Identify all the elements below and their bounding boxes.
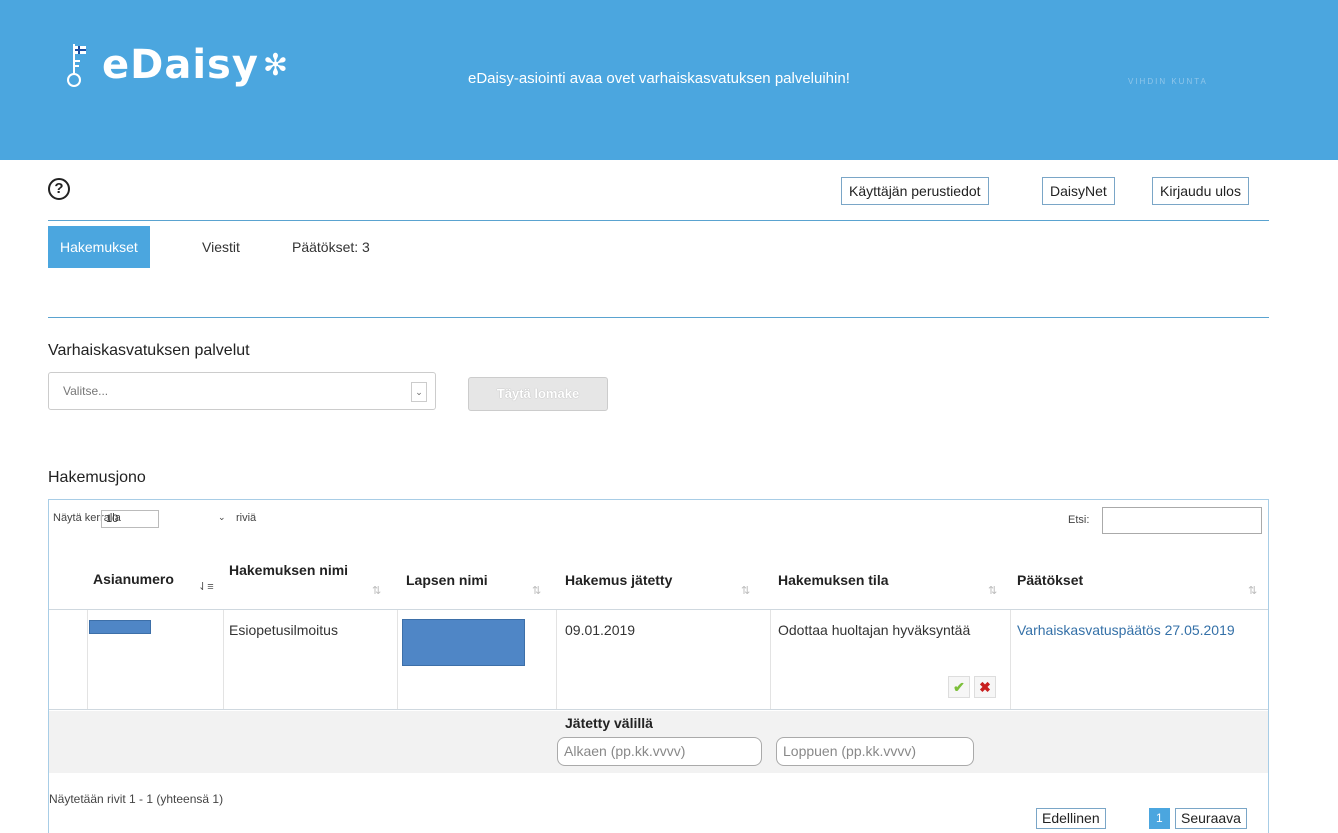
divider — [48, 220, 1269, 221]
submitted-date-cell: 09.01.2019 — [565, 622, 636, 638]
help-icon[interactable]: ? — [48, 178, 70, 200]
service-select-placeholder: Valitse... — [63, 384, 109, 398]
row-separator — [49, 709, 1268, 710]
key-icon — [64, 42, 88, 88]
daisynet-button[interactable]: DaisyNet — [1042, 177, 1115, 205]
sort-icon[interactable]: ⇃≡ — [198, 580, 214, 593]
column-divider — [223, 610, 224, 709]
header-separator — [49, 609, 1268, 610]
column-divider — [770, 610, 771, 709]
tab-hakemukset[interactable]: Hakemukset — [48, 226, 150, 268]
table-info: Näytetään rivit 1 - 1 (yhteensä 1) — [49, 792, 224, 806]
application-name-cell: Esiopetusilmoitus — [229, 622, 338, 638]
rows-label: riviä — [236, 512, 257, 524]
column-header-status[interactable]: Hakemuksen tila — [778, 572, 889, 588]
redacted-case-number — [89, 620, 151, 634]
user-info-button[interactable]: Käyttäjän perustiedot — [841, 177, 989, 205]
queue-table — [48, 499, 1269, 833]
partner-logo: VIHDIN KUNTA — [1128, 77, 1208, 86]
search-label: Etsi: — [1068, 514, 1090, 526]
search-input[interactable] — [1102, 507, 1262, 534]
previous-page-button[interactable]: Edellinen — [1036, 808, 1106, 829]
tab-paatokset[interactable]: Päätökset: 3 — [292, 226, 370, 268]
column-header-child-name[interactable]: Lapsen nimi — [406, 572, 488, 588]
rows-per-page-value: 10 — [106, 513, 119, 525]
sort-icon[interactable]: ⇅ — [741, 584, 750, 597]
column-header-decisions[interactable]: Päätökset — [1017, 572, 1083, 588]
column-header-application-name[interactable]: Hakemuksen nimi — [229, 560, 359, 581]
sort-icon[interactable]: ⇅ — [532, 584, 541, 597]
column-header-submitted[interactable]: Hakemus jätetty — [565, 572, 672, 588]
fill-form-button[interactable]: Täytä lomake — [468, 377, 608, 411]
divider — [48, 317, 1269, 318]
approve-check-icon[interactable]: ✔ — [948, 676, 970, 698]
sort-icon[interactable]: ⇅ — [1248, 584, 1257, 597]
column-header-case-number[interactable]: Asianumero — [93, 571, 174, 587]
edaisy-logo[interactable]: eDaisy ✻ — [64, 42, 288, 88]
logout-button[interactable]: Kirjaudu ulos — [1152, 177, 1249, 205]
service-select[interactable]: Valitse... ⌄ — [48, 372, 436, 410]
column-divider — [1010, 610, 1011, 709]
redacted-child-name — [402, 619, 525, 666]
logo-text: eDaisy — [102, 42, 259, 88]
column-divider — [397, 610, 398, 709]
dropdown-arrow-icon: ⌄ — [411, 382, 427, 402]
sort-icon[interactable]: ⇅ — [988, 584, 997, 597]
column-divider — [87, 610, 88, 709]
reject-cross-icon[interactable]: ✖ — [974, 676, 996, 698]
date-to-input[interactable]: Loppuen (pp.kk.vvvv) — [776, 737, 974, 766]
header-banner: eDaisy ✻ eDaisy-asiointi avaa ovet varha… — [0, 0, 1338, 160]
column-divider — [556, 610, 557, 709]
current-page-button[interactable]: 1 — [1149, 808, 1170, 829]
rows-per-page-select[interactable]: 10 — [101, 510, 159, 528]
submitted-range-label: Jätetty välillä — [565, 715, 653, 731]
services-title: Varhaiskasvatuksen palvelut — [48, 342, 250, 359]
date-from-input[interactable]: Alkaen (pp.kk.vvvv) — [557, 737, 762, 766]
sort-icon[interactable]: ⇅ — [372, 584, 381, 597]
decision-link[interactable]: Varhaiskasvatuspäätös 27.05.2019 — [1017, 620, 1247, 640]
daisy-spark-icon: ✻ — [262, 48, 289, 82]
queue-title: Hakemusjono — [48, 469, 146, 486]
tagline: eDaisy-asiointi avaa ovet varhaiskasvatu… — [468, 70, 850, 87]
dropdown-arrow-icon: ⌄ — [218, 512, 226, 522]
status-cell: Odottaa huoltajan hyväksyntää — [778, 622, 971, 638]
next-page-button[interactable]: Seuraava — [1175, 808, 1247, 829]
tab-viestit[interactable]: Viestit — [202, 226, 240, 268]
